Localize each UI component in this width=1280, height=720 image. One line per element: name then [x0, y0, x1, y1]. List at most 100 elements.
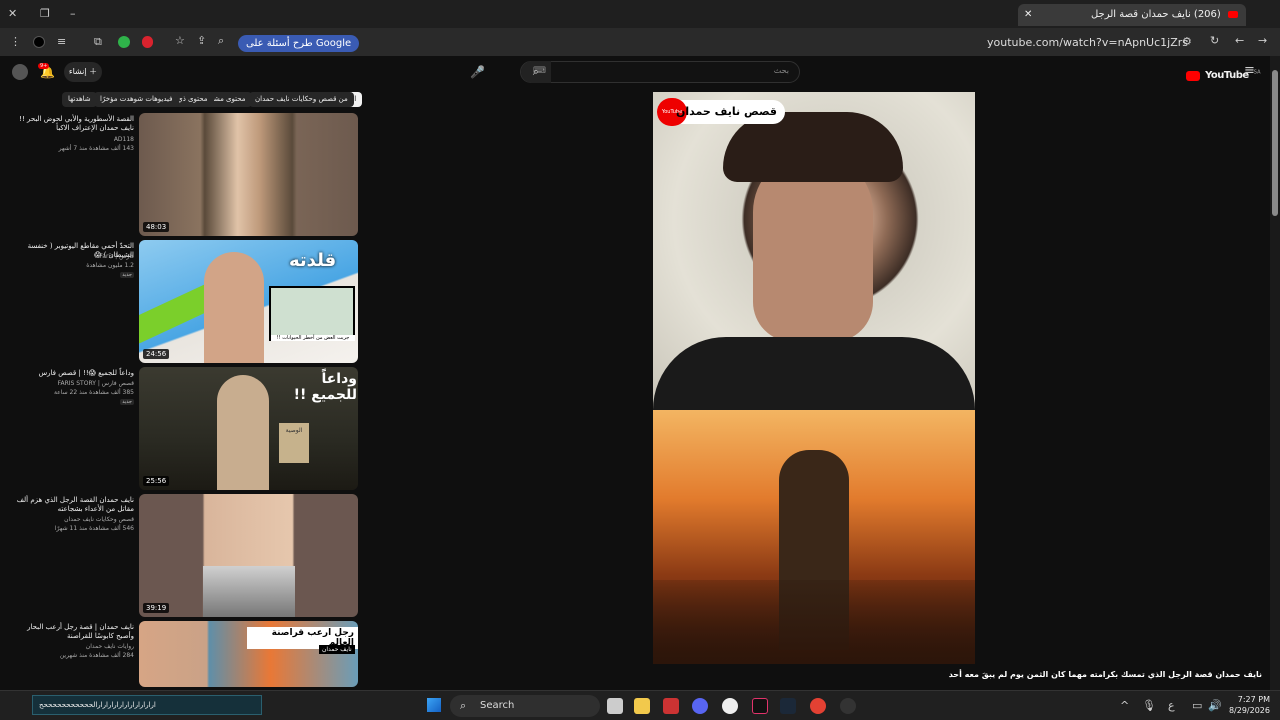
windows-start-icon[interactable] [427, 698, 441, 712]
avatar[interactable] [12, 64, 28, 80]
paper-sign: الوصية [279, 423, 309, 463]
video-channel[interactable]: روايات نايف حمدان [10, 643, 134, 651]
shirt-shape [653, 337, 975, 410]
video-badge-row: جديد [10, 398, 134, 406]
tab-favicon [1228, 10, 1238, 18]
discord-icon[interactable] [692, 698, 708, 714]
video-channel[interactable]: فارس | Faris [10, 253, 134, 261]
site-settings-icon[interactable]: ⚙ [1182, 35, 1192, 49]
video-player[interactable]: YouTube قصص نايف حمدان [653, 92, 975, 664]
video-duration: 24:56 [143, 349, 170, 359]
video-channel[interactable]: قصص وحكايات نايف حمدان [10, 516, 134, 524]
youtube-play-icon [1186, 70, 1200, 81]
scrollbar-thumb[interactable] [1272, 70, 1278, 216]
steam-icon[interactable] [780, 698, 796, 714]
video-channel[interactable]: AD118 [10, 136, 134, 144]
close-window-icon[interactable]: ✕ [8, 7, 17, 21]
youtube-header: 🔔 9+ إنشاء ＋ 🎤 ⌕ ⌨ بحث YouTube SA ≡ [0, 56, 1270, 88]
person-shape [217, 375, 269, 490]
video-thumbnail[interactable]: رجل ارعب قراصنة العالم نايف حمدان [139, 621, 358, 687]
video-duration: 39:19 [143, 603, 170, 613]
video-meta: 143 ألف مشاهدة منذ 7 أشهر [58, 145, 134, 152]
video-thumbnail[interactable]: 48:03 [139, 113, 358, 236]
video-title-main: نايف حمدان قصة الرجل الذي تمسك بكرامته م… [948, 670, 1262, 679]
video-thumbnail[interactable]: قلدته جربت العض من أخطر الحيوانات !! 24:… [139, 240, 358, 363]
notifications-badge: 9+ [38, 63, 50, 69]
voice-search-icon[interactable]: 🎤 [470, 65, 485, 79]
video-badge-row: جديد [10, 271, 134, 279]
bookmark-star-icon[interactable]: ☆ [175, 34, 185, 48]
create-label: إنشاء [68, 67, 87, 76]
reload-icon[interactable]: ↻ [1210, 34, 1219, 48]
browser-tab-active[interactable]: (206) نايف حمدان قصة الرجل ✕ [1018, 4, 1246, 26]
tab-close-icon[interactable]: ✕ [1024, 4, 1032, 26]
tab-title: (206) نايف حمدان قصة الرجل [1090, 9, 1221, 20]
language-indicator[interactable]: ع [1168, 699, 1175, 713]
inset-image [269, 286, 355, 341]
chip-recently-watched[interactable]: فيديوهات شوهدت مؤخرًا [94, 92, 179, 107]
video-thumbnail[interactable]: وداعاً للجميع !! الوصية 25:56 [139, 367, 358, 490]
army-silhouette [653, 580, 975, 664]
taskbar-preview[interactable]: ارارارارارارارارارارارالحححححححححححح [32, 695, 262, 715]
restore-window-icon[interactable]: ❐ [40, 7, 50, 21]
search-box[interactable]: ⌕ ⌨ بحث [520, 61, 800, 83]
file-explorer-icon[interactable] [634, 698, 650, 714]
app-circle-icon[interactable] [722, 698, 738, 714]
search-placeholder: بحث [773, 66, 789, 75]
url-field[interactable]: youtube.com/watch?v=nApnUc1jZrs [987, 36, 1188, 49]
overlay-text: قصص نايف حمدان [675, 105, 777, 118]
task-view-icon[interactable] [607, 698, 623, 714]
video-title[interactable]: القصة الأسطورية والأبي لحوض البحر !! ناي… [10, 115, 134, 133]
video-thumbnail[interactable]: 39:19 [139, 494, 358, 617]
preview-text: ارارارارارارارارارارارالحححححححححححح [39, 701, 156, 709]
app-icon[interactable] [663, 698, 679, 714]
clock-time: 7:27 PM [1237, 695, 1270, 704]
video-meta: 546 ألف مشاهدة منذ 11 شهرًا [54, 525, 134, 532]
video-frame-top [653, 92, 975, 410]
extensions-icon[interactable]: ⧉ [94, 35, 102, 49]
video-channel[interactable]: قصص فارس | FARIS STORY [10, 380, 134, 388]
video-duration: 48:03 [143, 222, 170, 232]
taskbar-search[interactable]: ⌕ Search [450, 695, 600, 717]
tiktok-icon[interactable] [752, 698, 768, 714]
video-title[interactable]: وداعاً للجميع 😱!! | قصص فارس [10, 369, 134, 378]
profile-icon[interactable] [33, 36, 45, 48]
zoom-icon[interactable]: ⌕ [218, 34, 224, 48]
minimize-window-icon[interactable]: – [70, 7, 76, 21]
person-shape [204, 252, 264, 363]
new-badge: جديد [120, 399, 134, 405]
channel-overlay: YouTube قصص نايف حمدان [657, 98, 785, 126]
google-lens-pill[interactable]: طرح أسئلة على Google [238, 35, 360, 52]
video-meta: 385 ألف مشاهدة منذ 22 ساعة [53, 389, 134, 396]
window-titlebar: ✕ ❐ – + (206) نايف حمدان قصة الرجل ✕ [0, 0, 1280, 28]
taskbar: ارارارارارارارارارارارالحححححححححححح ⌕ S… [0, 690, 1280, 720]
mic-tray-icon[interactable]: 🎙 [1142, 699, 1156, 713]
chrome-icon[interactable] [810, 698, 826, 714]
extension-red-icon[interactable] [142, 36, 153, 48]
back-icon[interactable]: ← [1235, 34, 1244, 48]
thumbnail-text: قلدته [289, 250, 337, 271]
address-bar: ⋮ ≡ ⧉ ☆ ⇪ ⌕ طرح أسئلة على Google youtube… [0, 28, 1280, 56]
share-icon[interactable]: ⇪ [197, 34, 206, 48]
chip-from-channel[interactable]: من قصص وحكايات نايف حمدان [249, 92, 354, 107]
forward-icon[interactable]: → [1258, 34, 1267, 48]
youtube-wordmark: YouTube [1205, 70, 1249, 81]
page-scrollbar[interactable] [1270, 56, 1280, 690]
taskbar-search-label: Search [480, 700, 515, 711]
tray-chevron-icon[interactable]: ^ [1120, 699, 1129, 713]
video-duration: 25:56 [143, 476, 170, 486]
video-title[interactable]: نايف حمدان القصة الرجل الذي هزم ألف مقات… [10, 496, 134, 514]
keyboard-icon[interactable]: ⌨ [533, 66, 546, 76]
extension-green-icon[interactable] [118, 36, 130, 48]
thumbnail-text: وداعاً للجميع !! [293, 371, 357, 403]
reading-list-icon[interactable]: ≡ [57, 35, 66, 49]
video-title[interactable]: نايف حمدان | قصة رجل أرعب البحار وأصبح ك… [10, 623, 134, 641]
chip-watched[interactable]: شاهدتها [62, 92, 97, 107]
create-button[interactable]: إنشاء ＋ [64, 62, 102, 82]
menu-dots-icon[interactable]: ⋮ [10, 35, 21, 49]
volume-icon[interactable]: 🔊 [1208, 699, 1222, 713]
system-clock[interactable]: 7:27 PM 8/29/2026 [1229, 694, 1270, 716]
hamburger-menu-icon[interactable]: ≡ [1244, 64, 1255, 78]
network-icon[interactable]: ▭ [1192, 699, 1202, 713]
app-dark-icon[interactable] [840, 698, 856, 714]
